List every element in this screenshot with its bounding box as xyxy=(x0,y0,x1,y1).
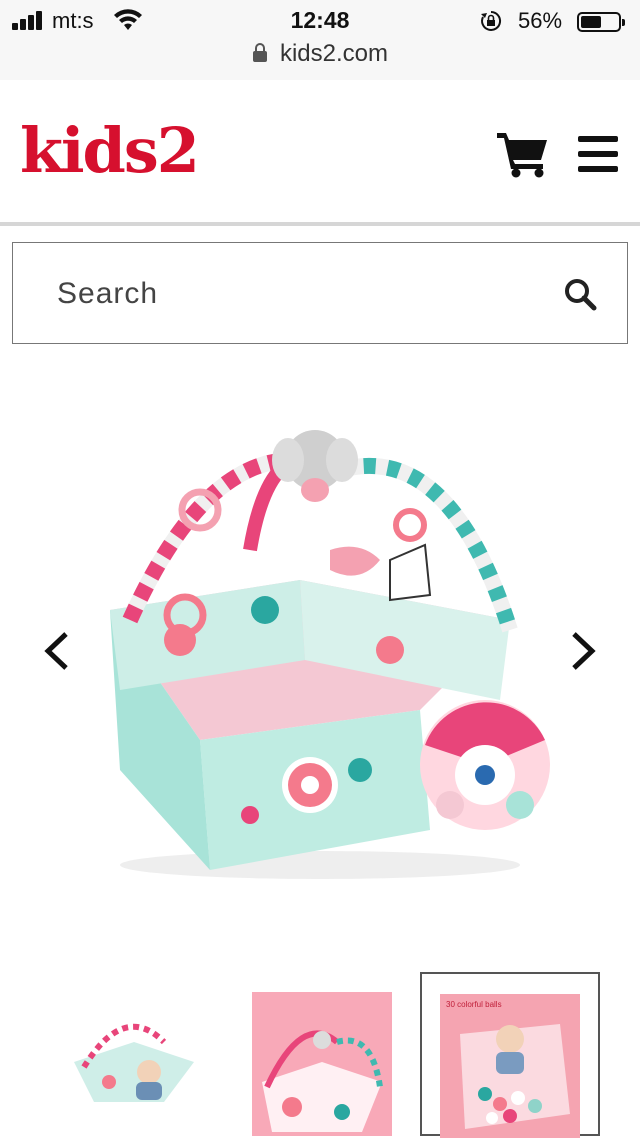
thumbnail-3-image xyxy=(460,1024,570,1129)
kids2-logo[interactable]: kids2 xyxy=(20,120,200,182)
thumbnail-3-selected[interactable]: 30 colorful balls xyxy=(420,972,600,1138)
search-box xyxy=(12,242,628,344)
cart-icon[interactable] xyxy=(497,130,549,178)
product-image[interactable] xyxy=(90,410,550,890)
status-bar: mt:s 12:48 56% kids2.com xyxy=(0,0,640,80)
url-text: kids2.com xyxy=(279,40,389,67)
product-gallery xyxy=(0,350,640,950)
padlock-icon xyxy=(252,43,267,62)
thumbnail-strip: 30 colorful balls xyxy=(0,972,640,1138)
battery-icon xyxy=(577,12,625,32)
chevron-right-icon[interactable] xyxy=(568,630,598,672)
battery-percentage: 56% xyxy=(518,8,563,33)
search-icon[interactable] xyxy=(563,277,597,311)
site-header: kids2 xyxy=(0,80,640,226)
rotation-lock-icon xyxy=(481,10,502,31)
url-bar[interactable]: kids2.com xyxy=(0,40,640,68)
chevron-left-icon[interactable] xyxy=(42,630,72,672)
thumbnail-1[interactable] xyxy=(64,1002,204,1112)
search-input[interactable] xyxy=(55,269,539,319)
thumbnail-2[interactable] xyxy=(252,992,392,1136)
hamburger-menu-icon[interactable] xyxy=(578,136,618,172)
